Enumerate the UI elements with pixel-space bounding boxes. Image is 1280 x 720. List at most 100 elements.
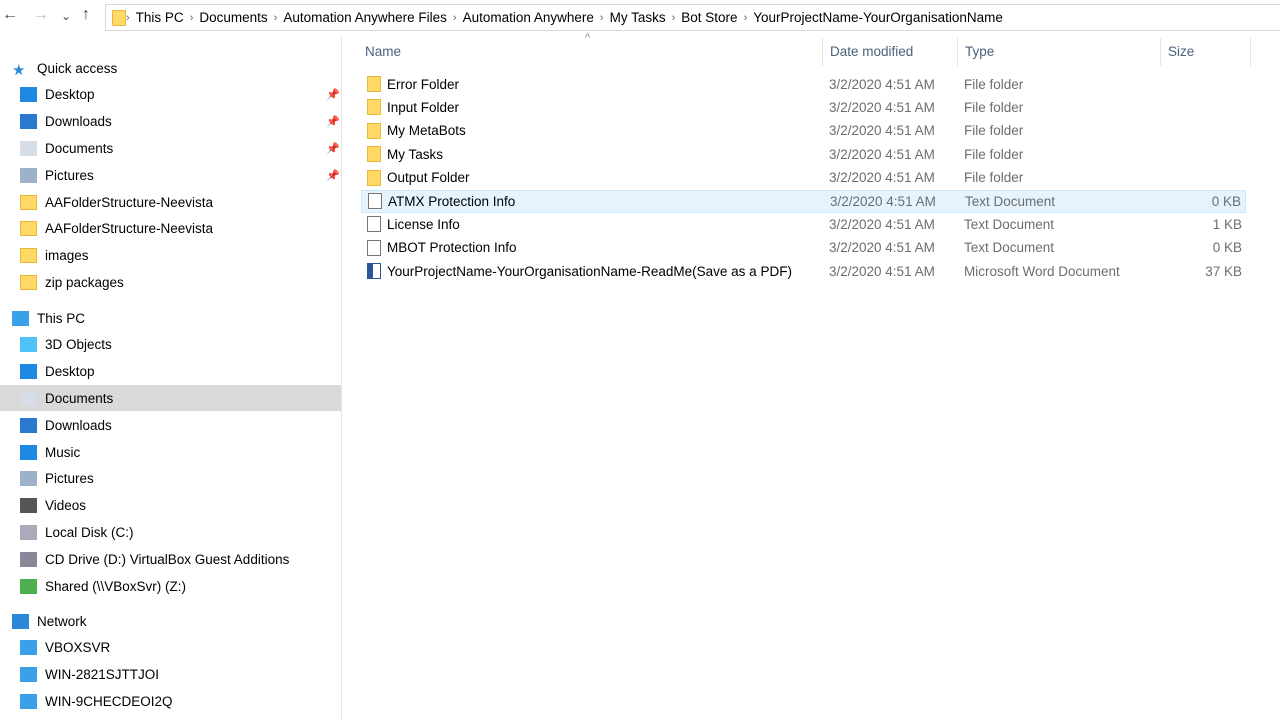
sidebar-item[interactable]: Local Disk (C:) [0,519,341,545]
file-name: ATMX Protection Info [388,193,516,209]
breadcrumb-item[interactable]: Automation Anywhere Files [277,10,453,25]
breadcrumb-item[interactable]: YourProjectName-YourOrganisationName [747,10,1009,25]
file-size: 1 KB [1212,216,1242,232]
file-row[interactable]: ATMX Protection Info 3/2/2020 4:51 AM Text… [361,189,1246,213]
sidebar-item[interactable]: Network [0,608,341,634]
pin-icon[interactable]: 📌 [326,88,340,101]
sidebar-item[interactable]: Downloads 📌 [0,109,341,135]
sidebar-item[interactable]: Videos [0,493,341,519]
folder-icon [367,122,381,139]
file-size: 37 KB [1205,263,1242,279]
sidebar-item[interactable]: Shared (\\VBoxSvr) (Z:) [0,573,341,599]
sidebar-item[interactable]: CD Drive (D:) VirtualBox Guest Additions [0,546,341,572]
file-row[interactable]: My Tasks 3/2/2020 4:51 AM File folder [361,143,1246,166]
pictures-icon [20,167,37,183]
disk-icon [20,524,37,540]
breadcrumb-item[interactable]: This PC [130,10,190,25]
sidebar-item-label: VBOXSVR [45,640,111,656]
back-button[interactable]: ← [2,6,18,24]
file-type: Microsoft Word Document [964,263,1120,279]
sidebar-item[interactable]: AAFolderStructure-Neevista [0,189,341,215]
address-bar[interactable]: › This PC › Documents › Automation Anywhere F… [105,4,1280,31]
computer-icon [12,310,29,326]
3d-objects-icon [20,337,37,353]
sidebar-item-label: AAFolderStructure-Neevista [45,194,214,210]
sidebar-item[interactable]: This PC [0,305,341,331]
sidebar-item[interactable]: Music [0,439,341,465]
text-file-icon [367,239,381,256]
sidebar-item[interactable]: zip packages [0,269,341,295]
folder-icon [20,248,37,264]
file-name: Error Folder [387,76,460,92]
folder-icon [367,146,381,163]
desktop-icon [20,87,37,103]
file-date-modified: 3/2/2020 4:51 AM [830,193,936,209]
sidebar-item-label: Shared (\\VBoxSvr) (Z:) [45,578,187,594]
download-icon [20,114,37,130]
computer-icon [20,667,37,683]
file-name: MBOT Protection Info [387,240,517,256]
sidebar-item[interactable]: Desktop 📌 [0,82,341,108]
file-row[interactable]: MBOT Protection Info 3/2/2020 4:51 AM Text… [361,236,1246,259]
file-name: Input Folder [387,99,460,115]
column-name[interactable]: Name [365,44,401,59]
sidebar-item-label: AAFolderStructure-Neevista [45,221,214,237]
computer-icon [20,640,37,656]
sidebar-item[interactable]: ★ Quick access [0,55,341,81]
recent-locations-button[interactable]: ⌄ [61,9,71,23]
file-date-modified: 3/2/2020 4:51 AM [829,76,935,92]
folder-icon [367,169,381,186]
sidebar-item[interactable]: AAFolderStructure-Neevista [0,216,341,242]
column-size[interactable]: Size [1168,44,1194,59]
sidebar-item[interactable]: VBOXSVR [0,635,341,661]
up-button[interactable]: ↑ [82,6,90,24]
file-row[interactable]: Output Folder 3/2/2020 4:51 AM File folder [361,166,1246,189]
sidebar-item[interactable]: Documents [0,385,341,412]
file-type: File folder [964,123,1024,139]
file-row[interactable]: YourProjectName-YourOrganisationName-Rea… [361,260,1246,283]
column-type[interactable]: Type [965,44,994,59]
column-date-modified[interactable]: Date modified [830,44,913,59]
file-name: License Info [387,216,460,232]
file-date-modified: 3/2/2020 4:51 AM [829,170,935,186]
folder-icon [20,221,37,237]
breadcrumb-item[interactable]: Automation Anywhere [457,10,600,25]
file-size: 0 KB [1211,193,1241,209]
breadcrumb-item[interactable]: Documents [193,10,273,25]
file-type: File folder [964,76,1024,92]
folder-icon [20,274,37,290]
sidebar-item[interactable]: Pictures 📌 [0,162,341,188]
download-icon [20,417,37,433]
forward-button[interactable]: → [33,6,49,24]
computer-icon [20,693,37,709]
sidebar-item-label: WIN-9CHECDEOI2Q [45,693,173,709]
file-row[interactable]: Input Folder 3/2/2020 4:51 AM File folder [361,96,1246,119]
file-date-modified: 3/2/2020 4:51 AM [829,146,935,162]
sidebar-item[interactable]: Desktop [0,359,341,385]
sidebar-item-label: CD Drive (D:) VirtualBox Guest Additions [45,551,290,567]
pin-icon[interactable]: 📌 [326,115,340,128]
sidebar-item-label: Videos [45,498,87,514]
file-date-modified: 3/2/2020 4:51 AM [829,99,935,115]
file-type: File folder [964,170,1024,186]
sidebar-item-label: Music [45,444,81,460]
file-row[interactable]: Error Folder 3/2/2020 4:51 AM File folder [361,73,1246,96]
pin-icon[interactable]: 📌 [326,142,340,155]
file-row[interactable]: License Info 3/2/2020 4:51 AM Text Documen… [361,213,1246,236]
sidebar-item[interactable]: WIN-9CHECDEOI2Q [0,688,341,714]
pictures-icon [20,471,37,487]
breadcrumb-item[interactable]: My Tasks [604,10,672,25]
documents-icon [20,140,37,156]
sidebar-item[interactable]: 3D Objects [0,332,341,358]
cd-drive-icon [20,551,37,567]
file-row[interactable]: My MetaBots 3/2/2020 4:51 AM File folder [361,119,1246,142]
sidebar-item[interactable]: Pictures [0,466,341,492]
folder-icon [367,76,381,92]
pin-icon[interactable]: 📌 [326,169,340,182]
sidebar-item[interactable]: images [0,243,341,269]
sidebar-item-label: Desktop [45,87,95,103]
sidebar-item[interactable]: Downloads [0,412,341,438]
breadcrumb-item[interactable]: Bot Store [675,10,743,25]
sidebar-item[interactable]: Documents 📌 [0,135,341,161]
sidebar-item[interactable]: WIN-2821SJTTJOI [0,662,341,688]
